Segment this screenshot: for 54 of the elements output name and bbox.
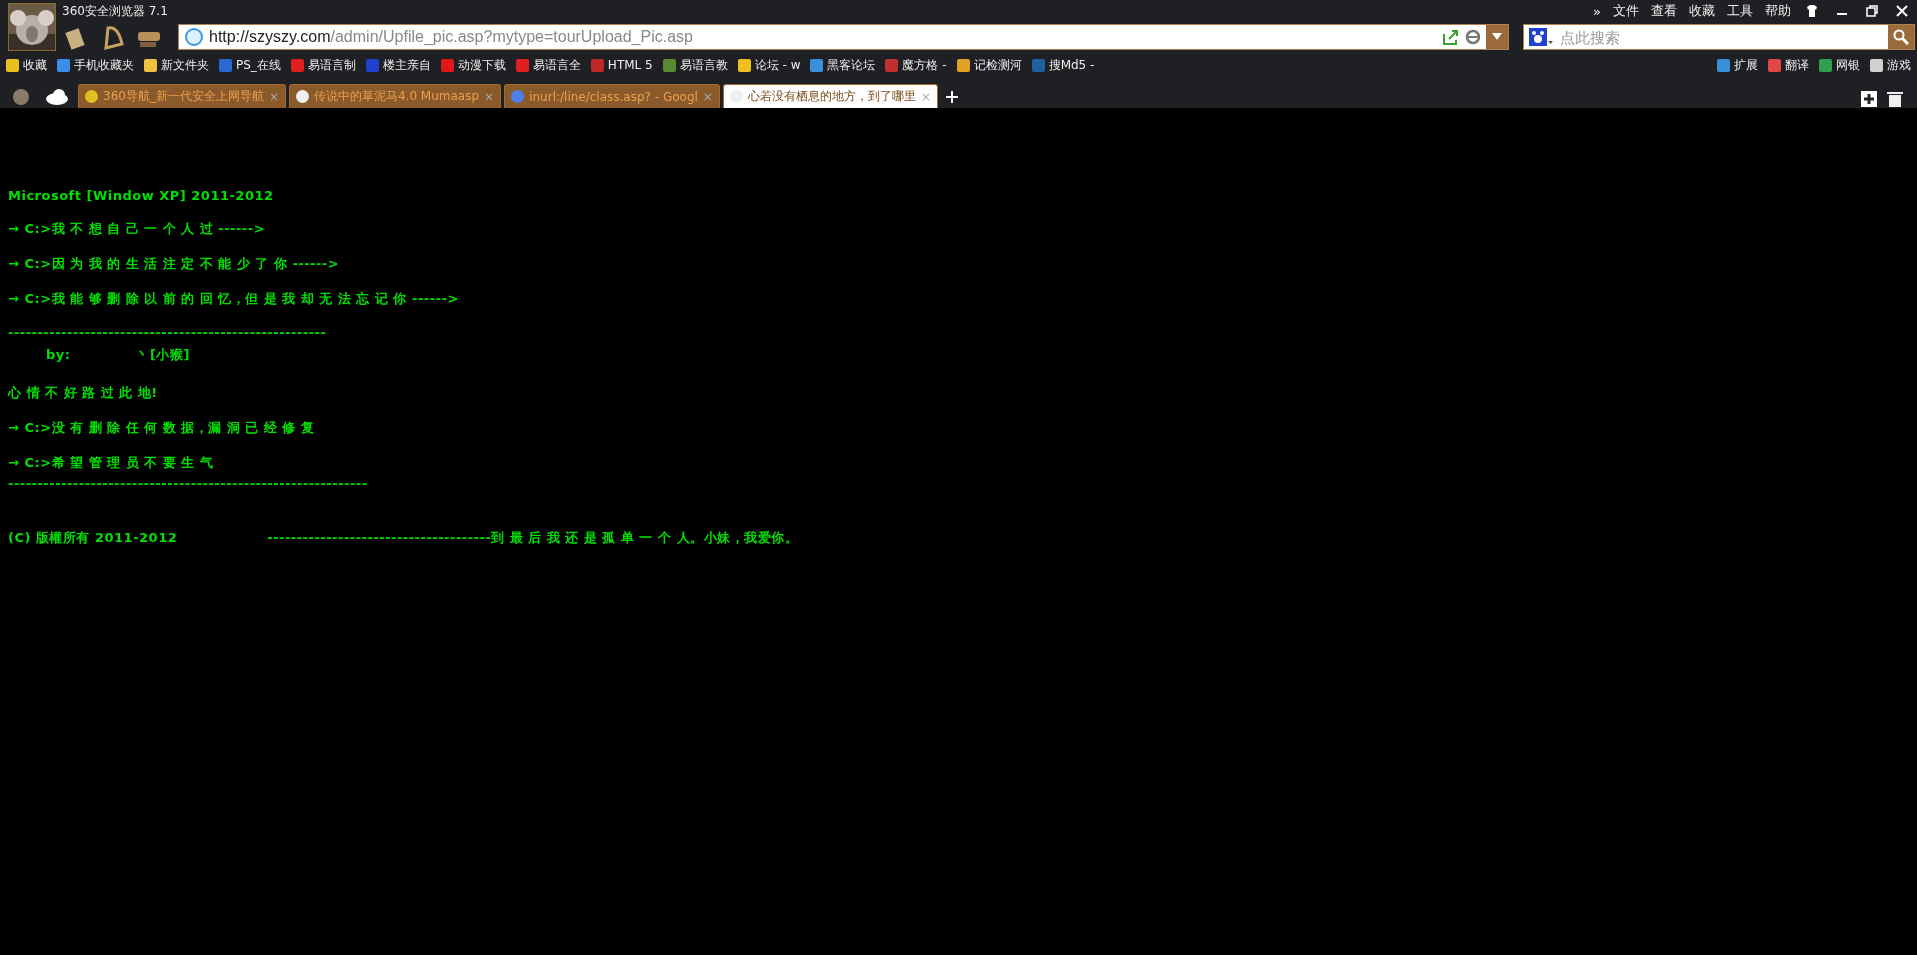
console-text: → C:>希 望 管 理 员 不 要 生 气: [8, 455, 214, 470]
window-title: 360安全浏览器 7.1: [62, 2, 168, 20]
close-icon[interactable]: [1895, 4, 1909, 18]
menu-item[interactable]: 帮助: [1765, 2, 1791, 20]
bookmark-item[interactable]: 魔方格 -: [885, 56, 947, 74]
toolbar-item[interactable]: 游戏: [1870, 56, 1911, 74]
menu-item[interactable]: 工具: [1727, 2, 1753, 20]
bookmark-item[interactable]: 易语言全: [515, 56, 581, 74]
globe-icon: [183, 26, 205, 48]
bookmark-item[interactable]: 新文件夹: [144, 56, 209, 74]
divider-text: -------------------------------------------------------------: [8, 476, 368, 491]
browser-tab[interactable]: 心若没有栖息的地方，到了哪里 ×: [722, 84, 938, 108]
search-button[interactable]: [1888, 25, 1914, 49]
divider-text: ------------------------------------------------------: [8, 325, 327, 340]
bookmark-item[interactable]: 易语言教: [662, 56, 728, 74]
bookmark-item[interactable]: 黑客论坛: [810, 56, 876, 74]
shirt-icon[interactable]: [1805, 4, 1819, 18]
menu-item[interactable]: 文件: [1613, 2, 1639, 20]
caret-icon: [1492, 33, 1502, 41]
menu-item[interactable]: 查看: [1651, 2, 1677, 20]
menu-item[interactable]: 收藏: [1689, 2, 1715, 20]
menu-item[interactable]: »: [1593, 3, 1601, 19]
copyright-text: (C) 版權所有 2011-2012: [8, 529, 178, 547]
bookmark-item[interactable]: 手机收藏夹: [57, 56, 134, 74]
search-field[interactable]: 点此搜索: [1558, 27, 1888, 47]
toolbar-item[interactable]: 扩展: [1717, 56, 1758, 74]
address-bar[interactable]: http://szyszy.com/admin/Upfile_pic.asp?mytype=tourUpload_Pic.asp: [178, 24, 1509, 50]
dropdown-button[interactable]: [1486, 25, 1508, 49]
bookmark-item[interactable]: 论坛 - w: [737, 56, 801, 74]
paw-icon[interactable]: [1528, 27, 1554, 47]
console-text: → C:>没 有 删 除 任 何 数 据，漏 洞 已 经 修 复: [8, 420, 315, 435]
share-icon[interactable]: [1442, 28, 1460, 46]
bookmark-item[interactable]: PS_在线: [219, 56, 281, 74]
console-text: → C:>我 能 够 删 除 以 前 的 回 忆，但 是 我 却 无 法 忘 记 你 ------>: [8, 291, 459, 306]
console-text: → C:>我 不 想 自 己 一 个 人 过 ------>: [8, 221, 266, 236]
console-text: 心 情 不 好 路 过 此 地!: [8, 385, 158, 400]
console-text: Microsoft [Window XP] 2011-2012: [8, 188, 274, 203]
byline-label: by:: [46, 347, 71, 362]
toolbar-item[interactable]: 网银: [1819, 56, 1860, 74]
bookmark-item[interactable]: 搜Md5 -: [1031, 56, 1095, 74]
restore-icon[interactable]: [1865, 4, 1879, 18]
bookmark-item[interactable]: 楼主亲自: [365, 56, 431, 74]
bookmark-item[interactable]: HTML 5: [590, 58, 653, 72]
bookmark-item[interactable]: 动漫下载: [440, 56, 506, 74]
author-name: 丶[小猴]: [136, 347, 190, 362]
console-text: → C:>因 为 我 的 生 活 注 定 不 能 少 了 你 ------>: [8, 256, 340, 271]
bookmark-item[interactable]: 易语言制: [290, 56, 356, 74]
bookmark-item[interactable]: 记检测河: [956, 56, 1022, 74]
console-text: --------------------------------------到 最 后 我 还 是 孤 单 一 个 人。小妹，我爱你。: [267, 529, 799, 547]
search-bar[interactable]: 点此搜索: [1523, 24, 1915, 50]
bookmark-item[interactable]: 收藏: [6, 56, 47, 74]
browser-e-icon[interactable]: [1464, 28, 1482, 46]
plus-box-icon[interactable]: [1860, 90, 1878, 108]
toolbar-item[interactable]: 翻译: [1768, 56, 1809, 74]
